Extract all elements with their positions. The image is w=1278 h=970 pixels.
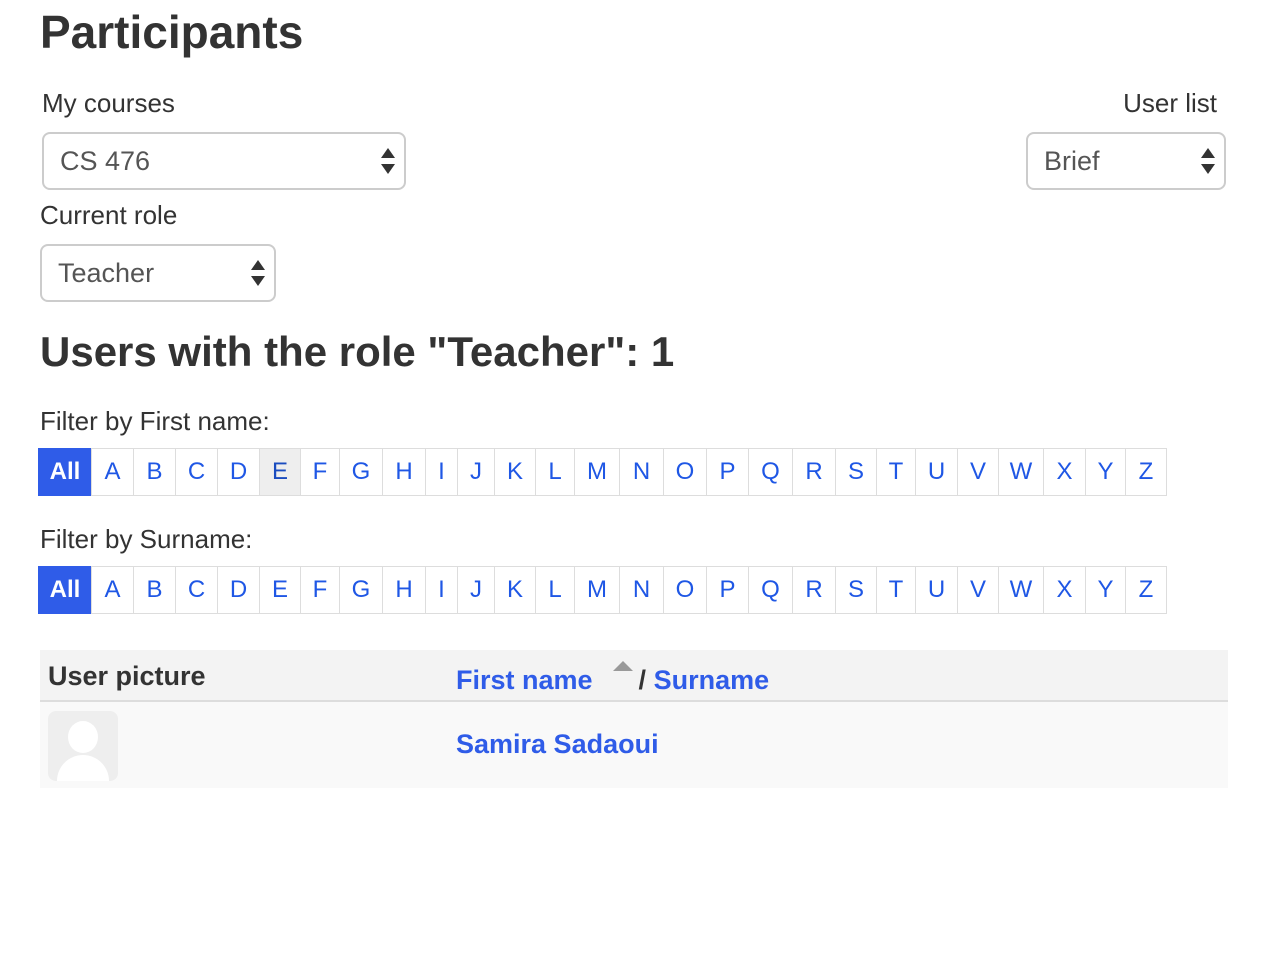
user-list-selected-value: Brief bbox=[1044, 146, 1100, 176]
surname-filter-w[interactable]: W bbox=[998, 566, 1044, 614]
first-name-filter-l[interactable]: L bbox=[535, 448, 575, 496]
name-headers: First name / Surname bbox=[456, 661, 769, 696]
surname-filter-r[interactable]: R bbox=[792, 566, 836, 614]
surname-filter-y[interactable]: Y bbox=[1085, 566, 1126, 614]
user-picture-header: User picture bbox=[48, 661, 206, 691]
surname-filter-x[interactable]: X bbox=[1043, 566, 1086, 614]
first-name-filter-f[interactable]: F bbox=[300, 448, 340, 496]
surname-filter-e[interactable]: E bbox=[259, 566, 301, 614]
surname-filter-f[interactable]: F bbox=[300, 566, 340, 614]
surname-filter-all[interactable]: All bbox=[38, 566, 92, 614]
first-name-filter-j[interactable]: J bbox=[457, 448, 495, 496]
sort-by-first-name-link[interactable]: First name bbox=[456, 665, 593, 695]
surname-filter-b[interactable]: B bbox=[133, 566, 176, 614]
surname-filter-c[interactable]: C bbox=[175, 566, 218, 614]
surname-filter-o[interactable]: O bbox=[663, 566, 707, 614]
first-name-filter-w[interactable]: W bbox=[998, 448, 1044, 496]
first-name-filter-g[interactable]: G bbox=[339, 448, 383, 496]
first-name-filter-v[interactable]: V bbox=[957, 448, 999, 496]
surname-filter-h[interactable]: H bbox=[382, 566, 426, 614]
table-row: Samira Sadaoui bbox=[40, 702, 1228, 788]
first-name-filter-x[interactable]: X bbox=[1043, 448, 1086, 496]
surname-filter-a[interactable]: A bbox=[91, 566, 134, 614]
first-name-filter-all[interactable]: All bbox=[38, 448, 92, 496]
surname-filter-label: Filter by Surname: bbox=[40, 524, 253, 554]
user-name-link[interactable]: Samira Sadaoui bbox=[456, 729, 659, 760]
surname-filter-u[interactable]: U bbox=[915, 566, 958, 614]
surname-filter-s[interactable]: S bbox=[835, 566, 877, 614]
first-name-initials-bar: All A B C D E F G H I J K L M N O P Q R S T U V W X Y Z bbox=[38, 448, 1167, 496]
surname-filter-t[interactable]: T bbox=[876, 566, 916, 614]
select-arrows-icon bbox=[1201, 148, 1215, 176]
surname-filter-l[interactable]: L bbox=[535, 566, 575, 614]
select-arrows-icon bbox=[381, 148, 395, 176]
surname-filter-m[interactable]: M bbox=[574, 566, 620, 614]
header-separator: / bbox=[638, 665, 647, 695]
sort-ascending-icon bbox=[612, 661, 633, 671]
first-name-filter-b[interactable]: B bbox=[133, 448, 176, 496]
select-arrows-icon bbox=[251, 260, 265, 288]
surname-filter-k[interactable]: K bbox=[494, 566, 536, 614]
first-name-filter-e[interactable]: E bbox=[259, 448, 301, 496]
first-name-filter-k[interactable]: K bbox=[494, 448, 536, 496]
current-role-label: Current role bbox=[40, 200, 178, 230]
first-name-filter-y[interactable]: Y bbox=[1085, 448, 1126, 496]
surname-filter-j[interactable]: J bbox=[457, 566, 495, 614]
first-name-filter-d[interactable]: D bbox=[217, 448, 260, 496]
first-name-filter-u[interactable]: U bbox=[915, 448, 958, 496]
sort-by-surname-link[interactable]: Surname bbox=[654, 665, 770, 695]
surname-filter-p[interactable]: P bbox=[706, 566, 749, 614]
first-name-filter-p[interactable]: P bbox=[706, 448, 749, 496]
my-courses-selected-value: CS 476 bbox=[60, 146, 151, 176]
surname-filter-v[interactable]: V bbox=[957, 566, 999, 614]
surname-filter-d[interactable]: D bbox=[217, 566, 260, 614]
first-name-filter-z[interactable]: Z bbox=[1125, 448, 1167, 496]
surname-filter-n[interactable]: N bbox=[619, 566, 664, 614]
first-name-filter-s[interactable]: S bbox=[835, 448, 877, 496]
first-name-filter-label: Filter by First name: bbox=[40, 406, 270, 436]
first-name-filter-h[interactable]: H bbox=[382, 448, 426, 496]
first-name-filter-n[interactable]: N bbox=[619, 448, 664, 496]
surname-filter-q[interactable]: Q bbox=[748, 566, 793, 614]
first-name-filter-c[interactable]: C bbox=[175, 448, 218, 496]
first-name-filter-o[interactable]: O bbox=[663, 448, 707, 496]
my-courses-select[interactable]: CS 476 bbox=[42, 132, 406, 190]
my-courses-label: My courses bbox=[42, 88, 175, 118]
surname-filter-i[interactable]: I bbox=[425, 566, 458, 614]
first-name-filter-a[interactable]: A bbox=[91, 448, 134, 496]
first-name-filter-r[interactable]: R bbox=[792, 448, 836, 496]
first-name-filter-t[interactable]: T bbox=[876, 448, 916, 496]
current-role-select[interactable]: Teacher bbox=[40, 244, 276, 302]
user-list-label: User list bbox=[1123, 88, 1217, 118]
current-role-selected-value: Teacher bbox=[58, 258, 155, 288]
page-title: Participants bbox=[40, 6, 304, 58]
users-with-role-heading: Users with the role "Teacher": 1 bbox=[40, 328, 675, 375]
surname-filter-g[interactable]: G bbox=[339, 566, 383, 614]
table-header-row: User picture First name / Surname bbox=[40, 650, 1228, 702]
first-name-filter-i[interactable]: I bbox=[425, 448, 458, 496]
user-list-select[interactable]: Brief bbox=[1026, 132, 1226, 190]
first-name-filter-m[interactable]: M bbox=[574, 448, 620, 496]
surname-filter-z[interactable]: Z bbox=[1125, 566, 1167, 614]
participants-table: User picture First name / Surname Samira … bbox=[40, 650, 1228, 788]
first-name-filter-q[interactable]: Q bbox=[748, 448, 793, 496]
surname-initials-bar: All A B C D E F G H I J K L M N O P Q R S T U V W X Y Z bbox=[38, 566, 1167, 614]
default-user-avatar-icon[interactable] bbox=[48, 711, 118, 781]
